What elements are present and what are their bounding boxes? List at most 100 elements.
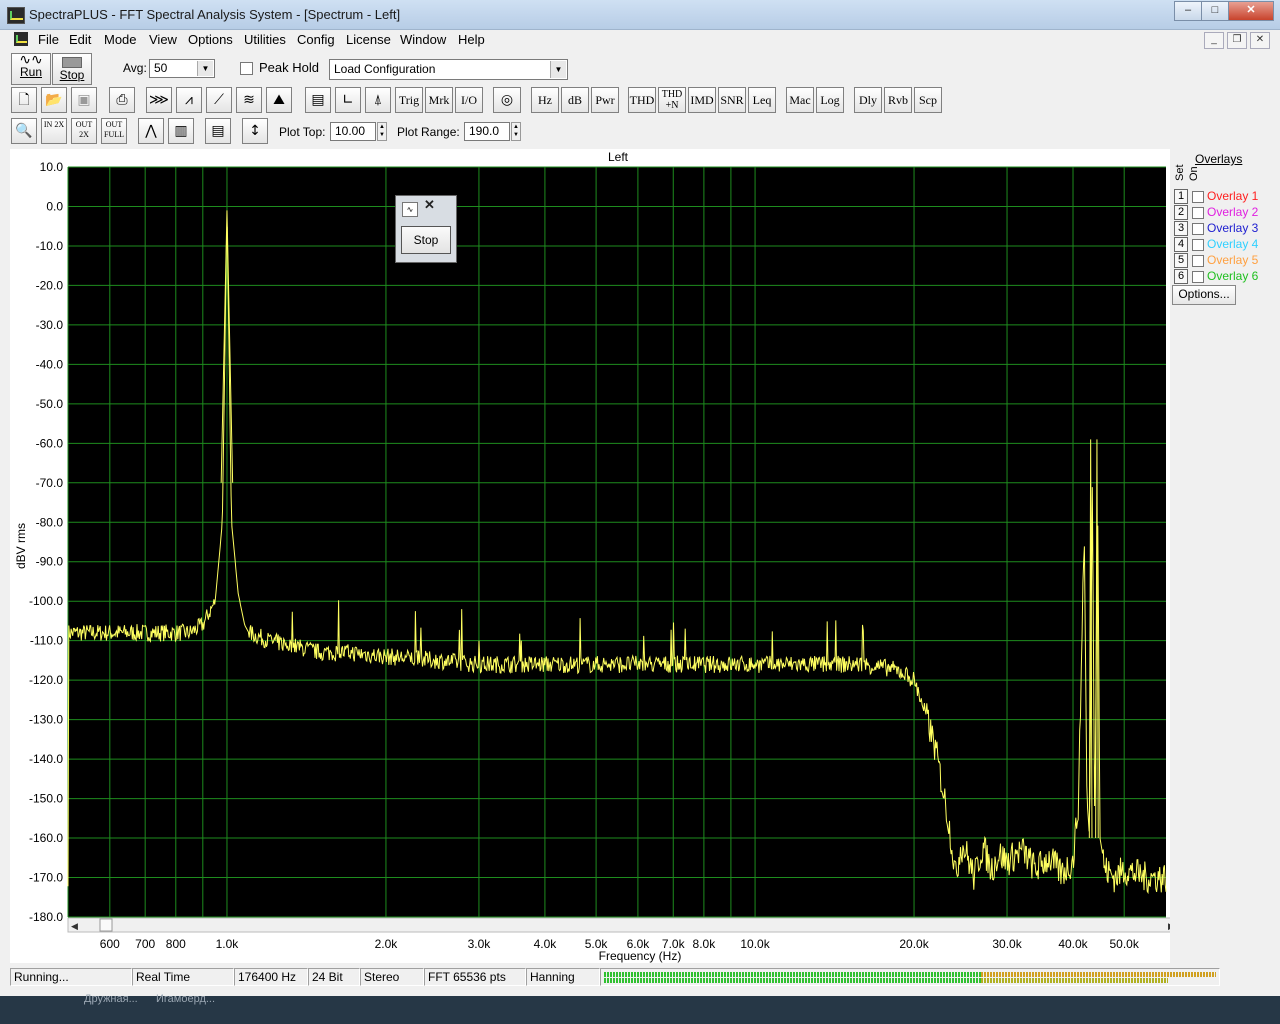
- mdi-close-button[interactable]: ✕: [1250, 32, 1270, 49]
- plot-top-input[interactable]: 10.00: [330, 122, 376, 141]
- spectrogram-button[interactable]: ≋: [236, 87, 262, 113]
- log-button[interactable]: Log: [816, 87, 844, 113]
- taskbar-item-1[interactable]: Дружная...: [84, 993, 138, 1005]
- menu-mode[interactable]: Mode: [104, 32, 137, 47]
- plot-settings-button[interactable]: ▤: [205, 118, 231, 144]
- menu-file[interactable]: File: [38, 32, 59, 47]
- menu-edit[interactable]: Edit: [69, 32, 91, 47]
- plot-range-input[interactable]: 190.0: [464, 122, 510, 141]
- calibrate-button[interactable]: ⍋: [365, 87, 391, 113]
- overlay-on-checkbox[interactable]: [1192, 191, 1204, 203]
- leq-button[interactable]: Leq: [748, 87, 776, 113]
- spectrum-chart[interactable]: 10.0 0.0 -10.0 -20.0 -30.0 -40.0 -50.0 -60.0 -70…: [10, 149, 1170, 963]
- zoom-out-2x-button[interactable]: OUT 2X: [71, 118, 97, 144]
- scp-button[interactable]: Scp: [914, 87, 942, 113]
- new-file-button[interactable]: 🗋: [11, 87, 37, 113]
- level-meter: [600, 968, 1220, 986]
- menu-config[interactable]: Config: [297, 32, 335, 47]
- 3d-surface-button[interactable]: ⛰: [266, 87, 292, 113]
- stop-toolbar-button[interactable]: Stop: [52, 53, 92, 85]
- open-file-button[interactable]: 📂: [41, 87, 67, 113]
- menu-help[interactable]: Help: [458, 32, 485, 47]
- mrk-button[interactable]: Mrk: [425, 87, 453, 113]
- y-tick-label: -150.0: [29, 792, 63, 806]
- popup-stop-button[interactable]: Stop: [401, 226, 451, 254]
- taskbar-item-2[interactable]: Игамоерд...: [156, 993, 215, 1005]
- overlay-row: 6 Overlay 6: [1174, 269, 1270, 284]
- app-icon: [7, 7, 25, 24]
- plot-top-spinner[interactable]: ▲ ▼: [377, 122, 387, 141]
- x-tick-label: 10.0k: [740, 937, 770, 951]
- horizontal-scrollbar[interactable]: [67, 917, 1170, 933]
- close-button[interactable]: ✕: [1228, 1, 1274, 21]
- status-bit-depth: 24 Bit: [308, 968, 360, 986]
- maximize-button[interactable]: □: [1201, 1, 1229, 21]
- chart-title: Left: [608, 150, 629, 164]
- fast-forward-button[interactable]: ⋙: [146, 87, 172, 113]
- zoom-full-button[interactable]: OUT FULL: [101, 118, 127, 144]
- panel-icon: ▤: [211, 123, 225, 139]
- overlay-set-button[interactable]: 5: [1174, 253, 1188, 268]
- bar-plot-button[interactable]: ▥: [168, 118, 194, 144]
- trig-button[interactable]: Trig: [395, 87, 423, 113]
- panel-icon: ▤: [311, 92, 325, 108]
- scope-button[interactable]: ⩘: [176, 87, 202, 113]
- avg-label: Avg:: [123, 61, 147, 75]
- menu-window[interactable]: Window: [400, 32, 446, 47]
- thd-button[interactable]: THD: [628, 87, 656, 113]
- document-icon[interactable]: [14, 32, 28, 46]
- zoom-in-2x-button[interactable]: IN 2X: [41, 118, 67, 144]
- menu-utilities[interactable]: Utilities: [244, 32, 286, 47]
- status-bar: Running... Real Time 176400 Hz 24 Bit St…: [10, 966, 1270, 988]
- menu-bar: File Edit Mode View Options Utilities Co…: [0, 30, 1280, 50]
- hz-button[interactable]: Hz: [531, 87, 559, 113]
- thd-n-button[interactable]: THD +N: [658, 87, 686, 113]
- dly-button[interactable]: Dly: [854, 87, 882, 113]
- overlay-set-button[interactable]: 4: [1174, 237, 1188, 252]
- overlay-on-checkbox[interactable]: [1192, 223, 1204, 235]
- snr-button[interactable]: SNR: [718, 87, 746, 113]
- overlay-set-button[interactable]: 2: [1174, 205, 1188, 220]
- generator-button[interactable]: ◎: [493, 87, 521, 113]
- overlay-on-checkbox[interactable]: [1192, 239, 1204, 251]
- overlay-on-checkbox[interactable]: [1192, 271, 1204, 283]
- menu-license[interactable]: License: [346, 32, 391, 47]
- ramp-button[interactable]: ⟋: [206, 87, 232, 113]
- plot-range-spinner[interactable]: ▲ ▼: [511, 122, 521, 141]
- io-button[interactable]: I/O: [455, 87, 483, 113]
- overlay-on-checkbox[interactable]: [1192, 207, 1204, 219]
- overlay-row: 2 Overlay 2: [1174, 205, 1270, 220]
- overlay-set-button[interactable]: 3: [1174, 221, 1188, 236]
- mac-button[interactable]: Mac: [786, 87, 814, 113]
- overlay-set-button[interactable]: 6: [1174, 269, 1188, 284]
- popup-close-button[interactable]: ✕: [424, 197, 435, 213]
- pwr-button[interactable]: Pwr: [591, 87, 619, 113]
- zoom-button[interactable]: 🔍: [11, 118, 37, 144]
- printer-icon: ⎙: [116, 92, 128, 108]
- line-plot-button[interactable]: ⋀: [138, 118, 164, 144]
- scale-button[interactable]: ↕: [242, 118, 268, 144]
- imd-button[interactable]: IMD: [688, 87, 716, 113]
- scroll-thumb[interactable]: [99, 918, 113, 932]
- minimize-button[interactable]: –: [1174, 1, 1202, 21]
- run-button[interactable]: ∿∿ Run: [11, 53, 51, 85]
- overlay-set-button[interactable]: 1: [1174, 189, 1188, 204]
- y-axis-label: dBV rms: [14, 523, 28, 569]
- save-button[interactable]: ▣: [71, 87, 97, 113]
- load-configuration-select[interactable]: Load Configuration ▼: [329, 59, 568, 80]
- y-tick-label: -140.0: [29, 752, 63, 766]
- rvb-button[interactable]: Rvb: [884, 87, 912, 113]
- mdi-minimize-button[interactable]: _: [1204, 32, 1224, 49]
- peak-hold-checkbox[interactable]: [240, 62, 253, 75]
- avg-select[interactable]: 50 ▼: [149, 59, 215, 78]
- axis-button[interactable]: ∟: [335, 87, 361, 113]
- print-button[interactable]: ⎙: [109, 87, 135, 113]
- line-plot-icon: ⋀: [145, 123, 157, 139]
- menu-options[interactable]: Options: [188, 32, 233, 47]
- overlay-options-button[interactable]: Options...: [1172, 285, 1236, 305]
- settings-panel-button[interactable]: ▤: [305, 87, 331, 113]
- overlay-on-checkbox[interactable]: [1192, 255, 1204, 267]
- mdi-restore-button[interactable]: ❐: [1227, 32, 1247, 49]
- db-button[interactable]: dB: [561, 87, 589, 113]
- menu-view[interactable]: View: [149, 32, 177, 47]
